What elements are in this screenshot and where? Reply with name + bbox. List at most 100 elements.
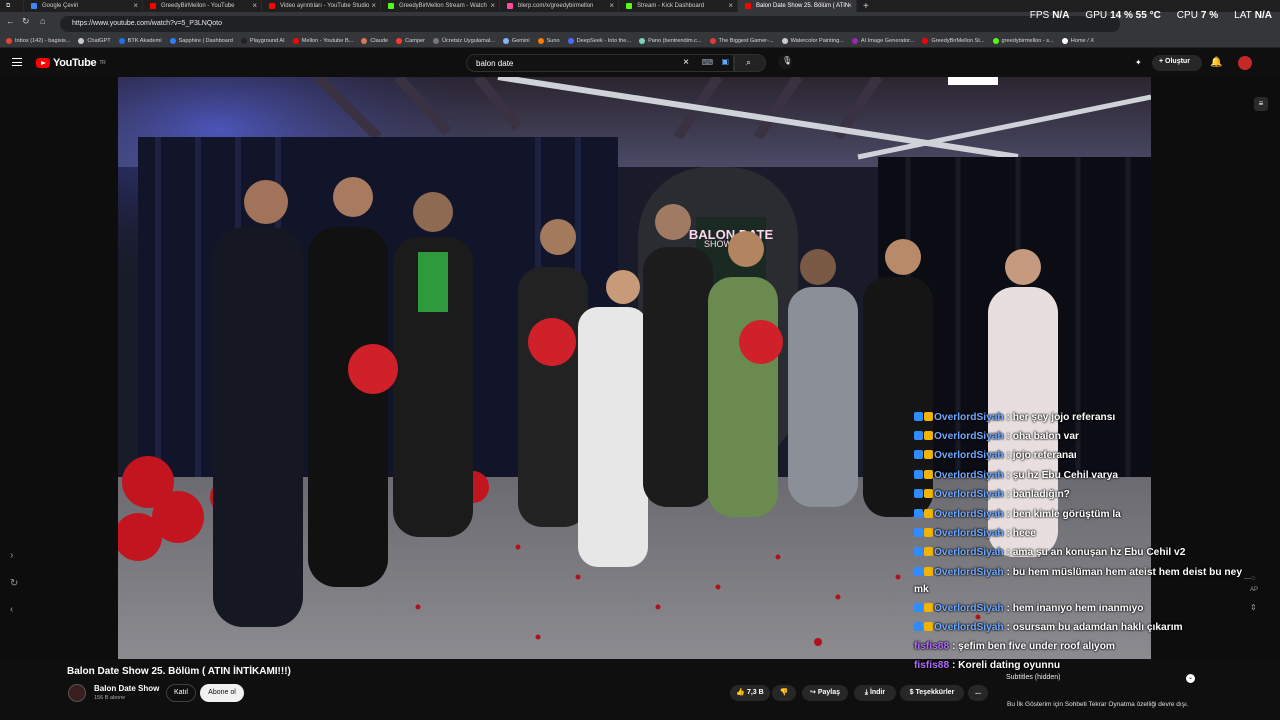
bookmark-item[interactable]: Watercolor Painting... (781, 37, 844, 44)
clear-search-icon[interactable]: × (683, 57, 689, 68)
url-bar[interactable]: https://www.youtube.com/watch?v=5_P3LNQo… (60, 16, 1120, 32)
bookmark-item[interactable]: Playground AI (240, 37, 285, 44)
bookmark-item[interactable]: Suno (537, 37, 560, 44)
translate-icon[interactable]: ▣ (721, 57, 729, 66)
browser-tab[interactable]: GreedyBirMellon Stream - Watch × (381, 0, 500, 12)
chat-username[interactable]: OverlordSiyah (934, 603, 1004, 614)
bookmark-item[interactable]: AI Image Generator... (851, 37, 914, 44)
close-tab-icon[interactable]: × (728, 1, 733, 10)
bookmark-item[interactable]: Inbox (142) - bagisis... (6, 37, 70, 44)
chat-text: : bu hem müslüman hem ateist hem deist b… (1006, 567, 1243, 578)
browser-tab[interactable]: Google Çeviri × (24, 0, 143, 12)
cpu-readout: CPU 7 % (1176, 10, 1219, 21)
voice-search-button[interactable]: 🎙 (778, 55, 792, 69)
close-tab-icon[interactable]: × (847, 1, 852, 10)
expand-chevron-icon[interactable]: › (10, 550, 13, 561)
bookmark-item[interactable]: Home / X (1061, 37, 1094, 44)
chat-username[interactable]: OverlordSiyah (934, 547, 1004, 558)
search-button[interactable]: ⌕ (734, 54, 766, 72)
chat-message: OverlordSiyah : heee (914, 528, 1036, 540)
chat-username[interactable]: fisfis88 (914, 641, 949, 652)
bookmark-item[interactable]: Gemini (502, 37, 530, 44)
back-icon[interactable]: ← (6, 16, 15, 26)
chat-username[interactable]: OverlordSiyah (934, 450, 1004, 461)
bookmark-item[interactable]: Mellon - Youtube B... (292, 37, 353, 44)
youtube-logo[interactable]: YouTube TR (36, 57, 106, 69)
join-button[interactable]: Katıl (166, 684, 196, 702)
tab-favicon-icon (626, 3, 632, 9)
thanks-button[interactable]: $ Teşekkürler (900, 685, 964, 701)
like-button[interactable]: 👍 7,3 B (730, 685, 770, 701)
close-tab-icon[interactable]: × (609, 1, 614, 10)
chat-menu-icon[interactable]: ≡ (1254, 97, 1268, 111)
chat-username[interactable]: OverlordSiyah (934, 528, 1004, 539)
close-tab-icon[interactable]: × (490, 1, 495, 10)
scroll-arrows-icon[interactable]: ⇕ (1250, 603, 1257, 612)
user-badge-icon (914, 547, 934, 559)
browser-tab-active[interactable]: Balon Date Show 25. Bölüm ( ATIN × (738, 0, 857, 12)
browser-tab[interactable]: blerp.com/x/greedybirmellon × (500, 0, 619, 12)
bookmark-item[interactable]: GreedyBirMellon St... (922, 37, 985, 44)
chat-message: OverlordSiyah : ben kimle görüştüm la (914, 509, 1121, 521)
subscriber-count: 156 B abone (94, 695, 126, 701)
keyboard-icon[interactable]: ⌨ (701, 58, 713, 67)
channel-avatar[interactable] (68, 684, 86, 702)
bookmark-favicon-icon (537, 37, 544, 44)
bookmark-favicon-icon (781, 37, 788, 44)
share-button[interactable]: ↪ Paylaş (802, 685, 848, 701)
bookmark-item[interactable]: Camper (396, 37, 425, 44)
browser-tab[interactable]: GreedyBirMellon - YouTube × (143, 0, 262, 12)
new-tab-icon[interactable]: + (863, 1, 869, 12)
tab-favicon-icon (507, 3, 513, 9)
browser-tab[interactable]: Video ayrıntıları - YouTube Studio × (262, 0, 381, 12)
close-tab-icon[interactable]: × (133, 1, 138, 10)
tab-favicon-icon (745, 3, 751, 9)
download-button[interactable]: ⤓ İndir (854, 685, 896, 701)
chat-message: OverlordSiyah : jojo referanaı (914, 450, 1077, 462)
bookmark-favicon-icon (709, 37, 716, 44)
youtube-play-icon (36, 58, 50, 68)
chat-scroll-handle[interactable]: —○ (1244, 575, 1255, 582)
chat-username[interactable]: OverlordSiyah (934, 567, 1004, 578)
bookmark-item[interactable]: Ücretsiz Uygulamal... (433, 37, 495, 44)
bookmark-item[interactable]: ChatGPT (78, 37, 111, 44)
user-badge-icon (914, 528, 934, 540)
bookmark-item[interactable]: Pano (bentrendim.c... (639, 37, 702, 44)
chat-username[interactable]: OverlordSiyah (934, 622, 1004, 633)
bookmark-item[interactable]: The Biggest Gamer-... (709, 37, 774, 44)
chat-username[interactable]: OverlordSiyah (934, 470, 1004, 481)
user-badge-icon (914, 603, 934, 615)
account-avatar[interactable] (1238, 56, 1252, 70)
more-actions-button[interactable]: ... (968, 685, 988, 701)
cast-icon[interactable]: ✦ (1135, 58, 1142, 67)
refresh-icon[interactable]: ↻ (10, 578, 18, 589)
chat-username[interactable]: OverlordSiyah (934, 489, 1004, 500)
home-icon[interactable]: ⌂ (40, 16, 45, 26)
subscribe-button[interactable]: Abone ol (200, 684, 244, 702)
chat-username[interactable]: fisfis88 (914, 660, 949, 671)
channel-name[interactable]: Balon Date Show (94, 684, 159, 693)
search-input[interactable]: balon date × ⌨ ▣ (466, 54, 734, 72)
chat-text: : ben kimle görüştüm la (1006, 509, 1121, 520)
chat-username[interactable]: OverlordSiyah (934, 412, 1004, 423)
close-tab-icon[interactable]: × (371, 1, 376, 10)
notifications-bell-icon[interactable]: 🔔 (1210, 57, 1222, 68)
chat-username[interactable]: OverlordSiyah (934, 509, 1004, 520)
bookmark-item[interactable]: BTK Akademi (118, 37, 162, 44)
browser-tab[interactable]: Stream - Kick Dashboard × (619, 0, 738, 12)
video-title: Balon Date Show 25. Bölüm ( ATIN İNTİKAM… (67, 666, 291, 677)
bookmark-item[interactable]: DeepSeek - Into the... (567, 37, 631, 44)
hamburger-menu-icon[interactable] (12, 58, 22, 66)
close-tab-icon[interactable]: × (252, 1, 257, 10)
bookmark-item[interactable]: Sapphire | Dashboard (169, 37, 233, 44)
collapse-chevron-icon[interactable]: ‹ (10, 604, 13, 615)
reload-icon[interactable]: ↻ (22, 16, 30, 27)
bookmark-item[interactable]: greedybirmellon - s... (992, 37, 1054, 44)
chevron-down-icon[interactable]: ⌄ (1186, 674, 1195, 683)
bookmark-item[interactable]: Claude (361, 37, 388, 44)
dislike-button[interactable]: 👎 (772, 685, 796, 701)
create-button[interactable]: + Oluştur (1152, 55, 1202, 71)
chat-username[interactable]: OverlordSiyah (934, 431, 1004, 442)
browser-menu-icon[interactable]: ⧉ (0, 0, 24, 12)
lat-readout: LAT N/A (1234, 10, 1272, 21)
